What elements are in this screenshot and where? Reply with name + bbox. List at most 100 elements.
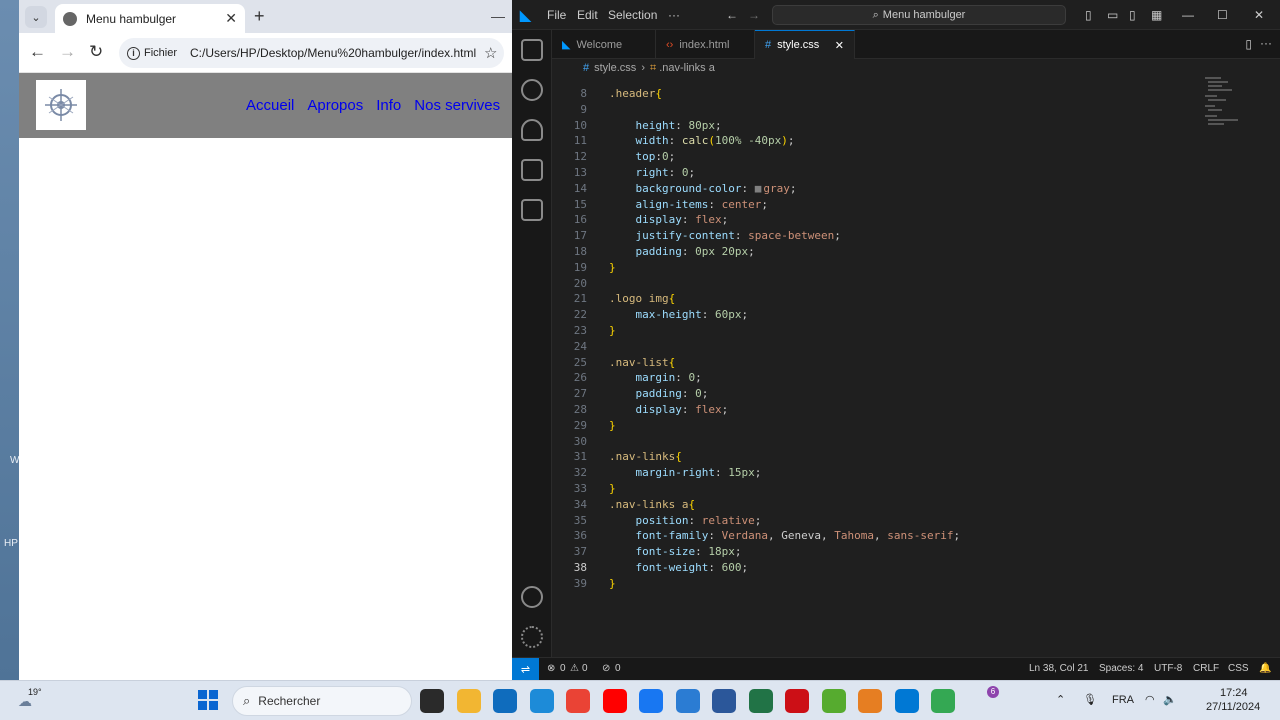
code-line[interactable]: 29} [552,418,1252,434]
nav-link-services[interactable]: Nos servives [414,97,500,114]
split-editor-icon[interactable]: ▯ [1245,37,1252,51]
code-line[interactable]: 14 background-color: ■ gray; [552,181,1252,197]
nav-link-info[interactable]: Info [376,97,401,114]
nav-link-apropos[interactable]: Apropos [307,97,363,114]
language-mode[interactable]: CSS [1228,663,1249,674]
errors-icon[interactable]: ⊗ [547,663,555,674]
toggle-secondary-sidebar-icon[interactable]: ▯ [1129,8,1136,22]
taskbar-app-icon[interactable] [748,689,773,713]
minimize-icon[interactable]: — [491,8,505,24]
code-line[interactable]: 38 font-weight: 600; [552,560,1252,576]
taskbar-app-icon[interactable] [420,689,444,713]
warning-count[interactable]: 0 [582,663,588,674]
menu-selection[interactable]: Selection [608,8,657,22]
taskbar-app-icon[interactable] [493,689,517,713]
taskbar-search[interactable]: ⌕ Rechercher [232,686,412,716]
taskbar-app-icon[interactable] [931,689,955,713]
code-line[interactable]: 35 position: relative; [552,513,1252,529]
code-line[interactable]: 26 margin: 0; [552,370,1252,386]
reload-button[interactable]: ↻ [89,42,103,62]
ports-count[interactable]: 0 [615,663,621,674]
code-line[interactable]: 20 [552,276,1252,292]
clock-date[interactable]: 27/11/2024 [1206,701,1260,713]
code-line[interactable]: 17 justify-content: space-between; [552,228,1252,244]
code-line[interactable]: 25 .nav-list{ [552,355,1252,371]
weather-temp[interactable]: 19° [28,687,42,697]
run-debug-icon[interactable] [521,159,543,181]
close-icon[interactable]: ✕ [1254,8,1264,22]
info-icon[interactable]: i [127,46,140,60]
code-line[interactable]: 37 font-size: 18px; [552,544,1252,560]
url-text[interactable]: C:/Users/HP/Desktop/Menu%20hambulger/ind… [190,46,484,60]
site-logo[interactable] [36,80,86,130]
ports-icon[interactable]: ⊘ [602,663,610,674]
keyboard-language[interactable]: FRA [1112,694,1134,706]
bookmark-star-icon[interactable]: ☆ [484,44,504,62]
extensions-icon[interactable] [521,199,543,221]
code-line[interactable]: 19} [552,260,1252,276]
menu-edit[interactable]: Edit [577,8,598,22]
microphone-icon[interactable]: 🎙 [1083,693,1097,706]
start-button[interactable] [198,690,218,710]
code-line[interactable]: 15 align-items: center; [552,197,1252,213]
code-line[interactable]: 27 padding: 0; [552,386,1252,402]
back-button[interactable]: ← [29,42,46,62]
search-icon[interactable] [521,79,543,101]
command-center[interactable]: ⌕ Menu hambulger [772,5,1066,25]
minimize-icon[interactable]: — [1182,8,1194,22]
account-icon[interactable] [521,586,543,608]
menu-more[interactable]: ··· [668,8,680,22]
breadcrumb-symbol[interactable]: .nav-links a [659,62,715,74]
nav-back-icon[interactable]: ← [726,8,738,22]
code-line[interactable]: 32 margin-right: 15px; [552,465,1252,481]
taskbar-app-icon[interactable] [456,689,481,713]
code-line[interactable]: 12 top:0; [552,149,1252,165]
forward-button[interactable]: → [59,42,76,62]
taskbar-app-icon[interactable] [712,689,736,713]
taskbar-app-icon[interactable] [785,689,809,713]
code-line[interactable]: 18 padding: 0px 20px; [552,244,1252,260]
more-actions-icon[interactable]: ··· [1260,36,1272,50]
indentation[interactable]: Spaces: 4 [1099,663,1143,674]
warning-icon[interactable]: ⚠ [570,663,579,674]
taskbar-app-icon[interactable] [894,689,919,713]
taskbar-app-icon[interactable] [639,689,663,713]
error-count[interactable]: 0 [560,663,566,674]
toggle-panel-icon[interactable]: ▭ [1107,8,1118,22]
taskbar-app-icon[interactable] [821,689,846,713]
code-line[interactable]: 28 display: flex; [552,402,1252,418]
code-line[interactable]: 39} [552,576,1252,592]
remote-icon[interactable]: ⇌ [512,658,539,680]
chevron-up-icon[interactable]: ⌃ [1056,693,1065,706]
code-line[interactable]: 11 width: calc(100% -40px); [552,133,1252,149]
volume-icon[interactable]: 🔈 [1163,693,1177,706]
code-line[interactable]: 8 .header{ [552,86,1252,102]
wifi-icon[interactable]: ◠ [1145,693,1155,706]
notifications-icon[interactable]: 🔔 [1259,663,1271,674]
new-tab-button[interactable]: + [254,6,265,27]
line-ending[interactable]: CRLF [1193,663,1219,674]
tab-welcome[interactable]: ◣ Welcome [552,30,656,59]
code-line[interactable]: 34 .nav-links a{ [552,497,1252,513]
code-line[interactable]: 13 right: 0; [552,165,1252,181]
code-line[interactable]: 36 font-family: Verdana, Geneva, Tahoma,… [552,528,1252,544]
tab-search-button[interactable]: ⌄ [25,6,47,28]
taskbar-app-icon[interactable] [602,689,627,713]
taskbar-app-icon[interactable] [675,689,700,713]
breadcrumb-file[interactable]: style.css [594,62,636,74]
cursor-position[interactable]: Ln 38, Col 21 [1029,663,1089,674]
minimap[interactable] [1205,77,1245,137]
taskbar-app-icon[interactable] [529,689,554,713]
toggle-sidebar-icon[interactable]: ▯ [1085,8,1092,22]
menu-file[interactable]: File [547,8,566,22]
settings-gear-icon[interactable] [521,626,543,648]
nav-forward-icon[interactable]: → [748,8,760,22]
address-bar[interactable]: i Fichier C:/Users/HP/Desktop/Menu%20ham… [119,38,504,68]
code-line[interactable]: 31 .nav-links{ [552,449,1252,465]
maximize-icon[interactable]: ☐ [1217,8,1228,22]
taskbar-app-icon[interactable] [858,689,882,713]
code-line[interactable]: 16 display: flex; [552,212,1252,228]
code-line[interactable]: 33} [552,481,1252,497]
code-line[interactable]: 22 max-height: 60px; [552,307,1252,323]
code-line[interactable]: 21 .logo img{ [552,291,1252,307]
